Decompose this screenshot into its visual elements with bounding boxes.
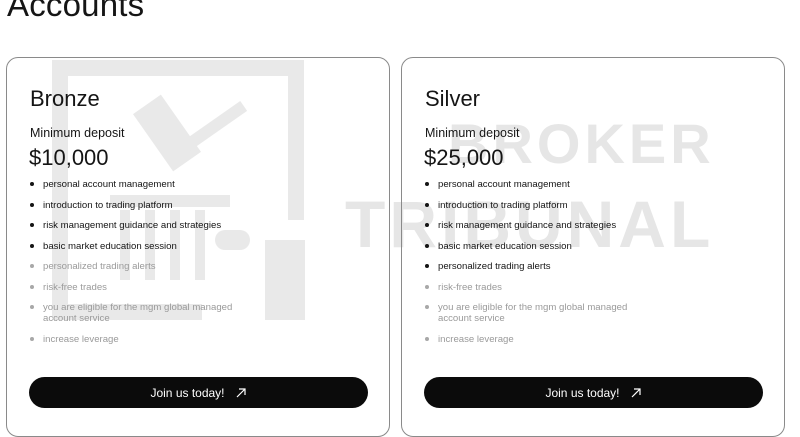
feature-item: introduction to trading platform (29, 200, 369, 211)
join-button[interactable]: Join us today! (29, 377, 368, 408)
page-title: Accounts (7, 0, 145, 23)
plan-name: Bronze (30, 86, 100, 111)
feature-item: basic market education session (29, 241, 369, 252)
plan-name: Silver (425, 86, 481, 111)
minimum-deposit-label: Minimum deposit (425, 126, 520, 140)
join-button-label: Join us today! (545, 385, 620, 400)
minimum-deposit-label: Minimum deposit (30, 126, 125, 140)
feature-item: risk management guidance and strategies (424, 220, 764, 231)
minimum-deposit-amount: $25,000 (424, 145, 504, 170)
feature-item-unavailable: increase leverage (29, 334, 369, 345)
plan-card-silver: Silver Minimum deposit $25,000 personal … (401, 57, 785, 437)
feature-item-unavailable: personalized trading alerts (29, 261, 369, 272)
feature-list: personal account management introduction… (424, 179, 764, 354)
feature-item-unavailable: you are eligible for the mgm global mana… (29, 302, 243, 324)
feature-item-unavailable: you are eligible for the mgm global mana… (424, 302, 638, 324)
feature-item-unavailable: increase leverage (424, 334, 764, 345)
feature-list: personal account management introduction… (29, 179, 369, 354)
feature-item-unavailable: risk-free trades (424, 282, 764, 293)
feature-item-unavailable: risk-free trades (29, 282, 369, 293)
join-button[interactable]: Join us today! (424, 377, 763, 408)
feature-item: personal account management (424, 179, 764, 190)
feature-item: personal account management (29, 179, 369, 190)
minimum-deposit-amount: $10,000 (29, 145, 109, 170)
plan-card-bronze: Bronze Minimum deposit $10,000 personal … (6, 57, 390, 437)
feature-item: risk management guidance and strategies (29, 220, 369, 231)
feature-item: personalized trading alerts (424, 261, 764, 272)
join-button-label: Join us today! (150, 385, 225, 400)
feature-item: introduction to trading platform (424, 200, 764, 211)
arrow-up-right-icon (630, 387, 642, 399)
feature-item: basic market education session (424, 241, 764, 252)
arrow-up-right-icon (235, 387, 247, 399)
